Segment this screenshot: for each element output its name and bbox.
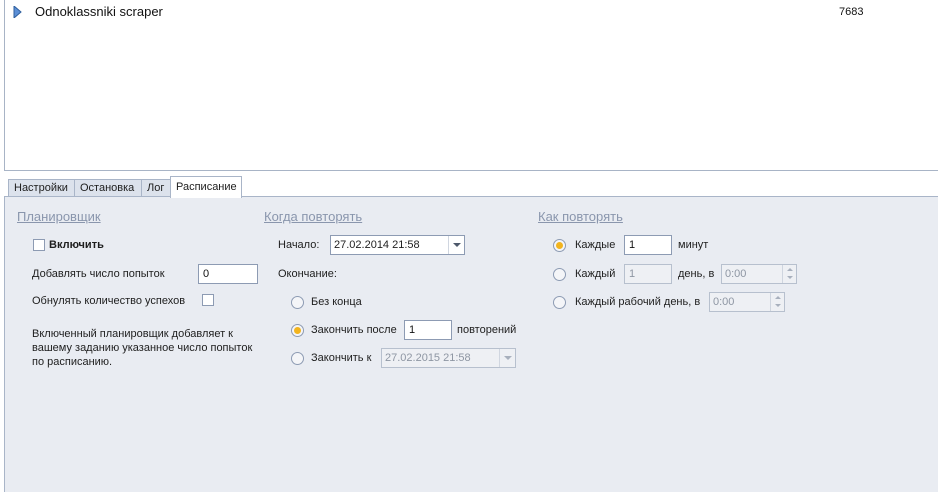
expand-arrow-icon[interactable]	[13, 6, 22, 18]
no-end-radio[interactable]	[291, 296, 304, 309]
end-by-radio[interactable]	[291, 352, 304, 365]
add-attempts-input[interactable]	[198, 264, 258, 284]
enable-label: Включить	[49, 239, 104, 251]
reset-success-label: Обнулять количество успехов	[32, 295, 186, 307]
every-day-label: Каждый	[575, 268, 616, 280]
day-at-label: день, в	[678, 268, 715, 280]
workday-radio[interactable]	[553, 296, 566, 309]
start-datetime-value: 27.02.2014 21:58	[334, 239, 420, 251]
enable-checkbox[interactable]	[33, 239, 45, 251]
start-datetime-picker[interactable]: 27.02.2014 21:58	[330, 235, 465, 255]
add-attempts-label: Добавлять число попыток	[32, 268, 165, 280]
end-by-dropdown-arrow-icon[interactable]	[499, 349, 515, 367]
every-day-radio[interactable]	[553, 268, 566, 281]
spin-down-icon[interactable]	[787, 276, 793, 279]
when-repeat-title: Когда повторять	[264, 209, 363, 224]
spin-down-icon[interactable]	[775, 304, 781, 307]
tab-stop[interactable]: Остановка	[74, 179, 142, 197]
end-by-label: Закончить к	[311, 352, 372, 364]
task-list[interactable]: Odnoklassniki scraper 7683	[4, 0, 938, 171]
how-repeat-title: Как повторять	[538, 209, 623, 224]
reset-success-checkbox[interactable]	[202, 294, 214, 306]
end-after-radio[interactable]	[291, 324, 304, 337]
workday-time-spin-buttons[interactable]	[770, 293, 784, 311]
every-minutes-radio[interactable]	[553, 239, 566, 252]
tab-schedule[interactable]: Расписание	[170, 176, 242, 198]
scheduler-title: Планировщик	[17, 209, 101, 224]
spin-up-icon[interactable]	[775, 296, 781, 299]
day-time-spinner[interactable]: 0:00	[721, 264, 797, 284]
end-label: Окончание:	[278, 268, 337, 280]
minutes-label: минут	[678, 239, 709, 251]
workday-time-value: 0:00	[713, 296, 735, 308]
task-name: Odnoklassniki scraper	[35, 4, 163, 19]
end-after-label: Закончить после	[311, 324, 397, 336]
every-day-input[interactable]	[624, 264, 672, 284]
tab-log[interactable]: Лог	[141, 179, 171, 197]
start-dropdown-arrow-icon[interactable]	[448, 236, 464, 254]
task-count: 7683	[839, 6, 864, 18]
day-time-value: 0:00	[725, 268, 747, 280]
spin-up-icon[interactable]	[787, 268, 793, 271]
schedule-panel: Планировщик Включить Добавлять число поп…	[4, 196, 938, 492]
scheduler-description: Включенный планировщик добавляет к вашем…	[32, 328, 253, 368]
repeats-label: повторений	[457, 324, 517, 336]
workday-label: Каждый рабочий день, в	[575, 296, 701, 308]
every-minutes-input[interactable]	[624, 235, 672, 255]
no-end-label: Без конца	[311, 296, 362, 308]
tab-settings[interactable]: Настройки	[8, 179, 75, 197]
task-details: Настройки Остановка Лог Расписание Плани…	[4, 171, 938, 492]
task-row[interactable]: Odnoklassniki scraper 7683	[5, 2, 935, 22]
day-time-spin-buttons[interactable]	[782, 265, 796, 283]
end-by-datetime-picker[interactable]: 27.02.2015 21:58	[381, 348, 516, 368]
start-label: Начало:	[278, 239, 320, 251]
end-after-input[interactable]	[404, 320, 452, 340]
end-by-datetime-value: 27.02.2015 21:58	[385, 352, 471, 364]
every-label: Каждые	[575, 239, 616, 251]
workday-time-spinner[interactable]: 0:00	[709, 292, 785, 312]
